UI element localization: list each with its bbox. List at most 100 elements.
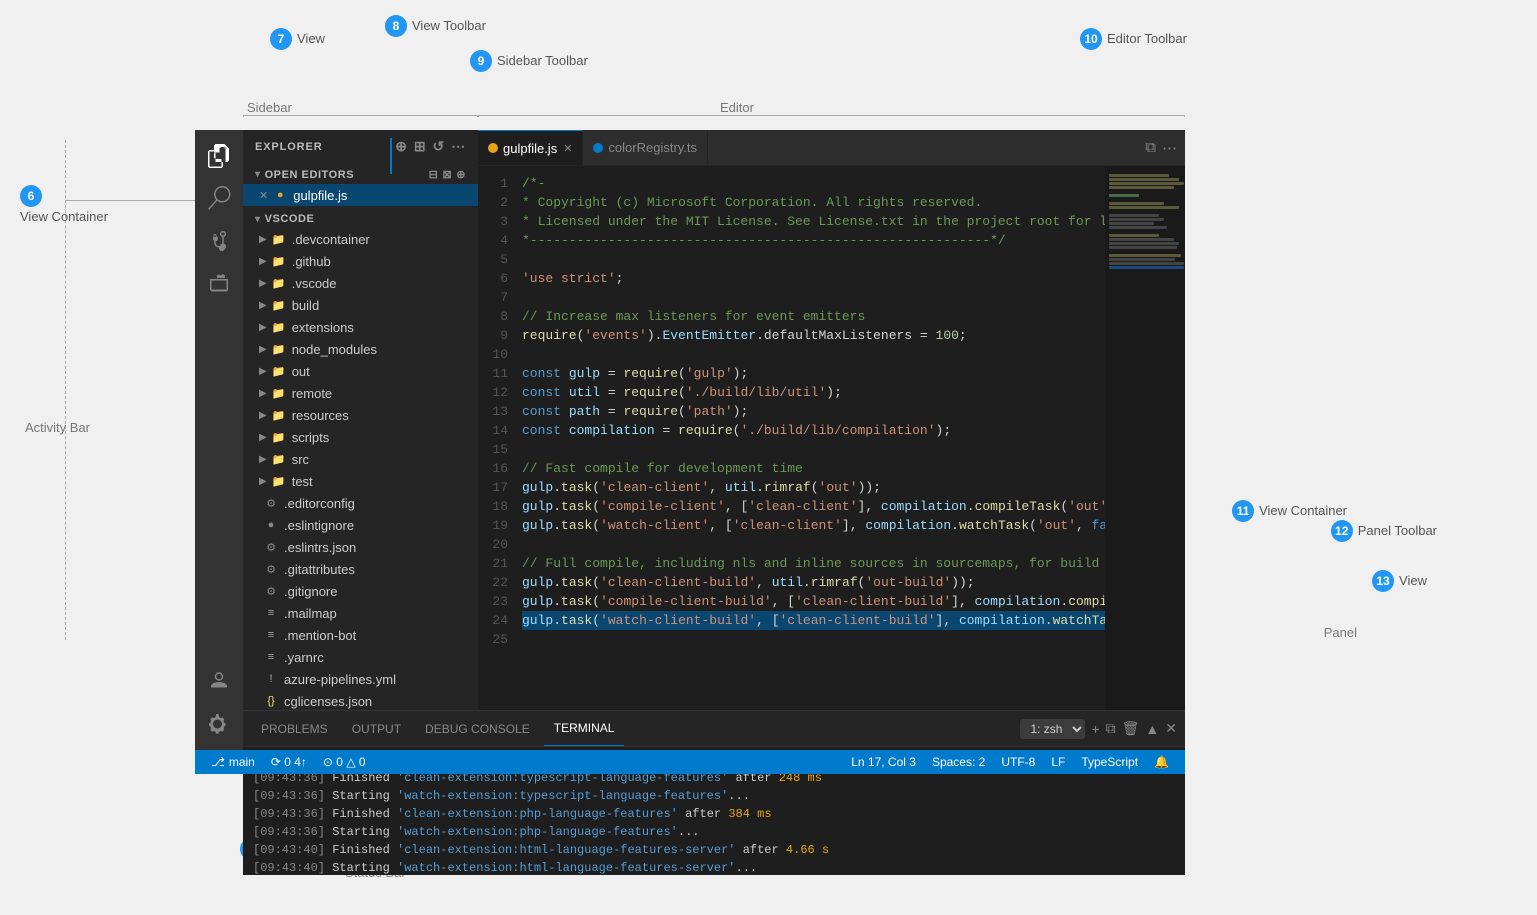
new-folder-icon[interactable]: ⊞ — [414, 138, 427, 155]
tab-debug-console[interactable]: DEBUG CONSOLE — [415, 711, 540, 746]
js-file-icon — [488, 143, 498, 153]
close-all-icon[interactable]: ⊠ — [442, 168, 452, 181]
refresh-icon[interactable]: ↺ — [432, 138, 445, 155]
search-icon[interactable] — [201, 180, 237, 216]
status-notifications[interactable]: 🔔 — [1146, 755, 1177, 769]
file-yarnrc[interactable]: ≡.yarnrc — [243, 646, 478, 668]
status-errors[interactable]: ⊙ 0 △ 0 — [315, 750, 374, 774]
folder-scripts[interactable]: ▶ 📁scripts — [243, 426, 478, 448]
view-container-right-label: 11View Container — [1232, 500, 1347, 522]
folder-resources[interactable]: ▶ 📁resources — [243, 404, 478, 426]
terminal-line: [09:43:40] Finished 'clean-extension:htm… — [253, 841, 1175, 859]
account-icon[interactable] — [201, 664, 237, 700]
sidebar-toolbar-badge-label: 9Sidebar Toolbar — [470, 50, 588, 72]
tab-colorregistry-label: colorRegistry.ts — [608, 140, 697, 155]
tab-gulpfile[interactable]: gulpfile.js ✕ — [478, 130, 583, 165]
terminal-line: [09:43:36] Starting 'watch-extension:php… — [253, 823, 1175, 841]
vscode-section-title[interactable]: ▾ VSCODE — [243, 210, 478, 228]
open-file-gulpfile[interactable]: ✕ ● gulpfile.js — [243, 184, 478, 206]
file-editorconfig[interactable]: ⚙.editorconfig — [243, 492, 478, 514]
more-actions-icon[interactable]: ⊕ — [456, 168, 466, 181]
view-toolbar-badge-label: 8View Toolbar — [385, 15, 486, 37]
close-panel-icon[interactable]: ✕ — [1165, 720, 1177, 737]
more-tabs-icon[interactable]: ⋯ — [1162, 139, 1177, 157]
code-editor: 12345 678910 1112131415 1617181920 21222… — [478, 166, 1185, 710]
status-branch[interactable]: ⎇ main — [203, 750, 263, 774]
panel-toolbar-label: 12Panel Toolbar — [1331, 520, 1437, 542]
tab-bar-actions: ⧉ ⋯ — [1145, 139, 1185, 157]
split-terminal-icon[interactable]: ⧉ — [1106, 720, 1116, 737]
status-eol[interactable]: LF — [1043, 755, 1073, 769]
panel-actions: 1: zsh + ⧉ 🗑 ▲ ✕ — [1020, 719, 1177, 739]
terminal-shell-select[interactable]: 1: zsh — [1020, 719, 1085, 739]
folder-vscode[interactable]: ▶ 📁.vscode — [243, 272, 478, 294]
folder-build[interactable]: ▶ 📁build — [243, 294, 478, 316]
status-spaces[interactable]: Spaces: 2 — [924, 755, 993, 769]
sidebar-header: EXPLORER ⊕ ⊞ ↺ ⋯ — [243, 130, 478, 163]
terminal-panel: PROBLEMS OUTPUT DEBUG CONSOLE TERMINAL 1… — [243, 710, 1185, 875]
tab-problems[interactable]: PROBLEMS — [251, 711, 338, 746]
status-language[interactable]: TypeScript — [1073, 755, 1146, 769]
branch-icon: ⎇ — [211, 755, 225, 769]
status-bar-right: Ln 17, Col 3 Spaces: 2 UTF-8 LF TypeScri… — [843, 755, 1177, 769]
file-eslintignore[interactable]: ●.eslintignore — [243, 514, 478, 536]
file-gitattributes[interactable]: ⚙.gitattributes — [243, 558, 478, 580]
close-tab-gulpfile[interactable]: ✕ — [563, 142, 572, 155]
sidebar: EXPLORER ⊕ ⊞ ↺ ⋯ ▾ OPEN EDITORS ⊟ ⊠ ⊕ — [243, 130, 478, 710]
folder-out[interactable]: ▶ 📁out — [243, 360, 478, 382]
tab-terminal[interactable]: TERMINAL — [544, 711, 625, 746]
file-cglicenses[interactable]: {}cglicenses.json — [243, 690, 478, 710]
file-mailmap[interactable]: ≡.mailmap — [243, 602, 478, 624]
folder-src[interactable]: ▶ 📁src — [243, 448, 478, 470]
file-eslintrs[interactable]: ⚙.eslintrs.json — [243, 536, 478, 558]
add-terminal-icon[interactable]: + — [1091, 721, 1099, 737]
view-13-label: 13View — [1372, 570, 1427, 592]
editor-bracket — [478, 115, 1185, 117]
folder-extensions[interactable]: ▶ 📁extensions — [243, 316, 478, 338]
file-azure-pipelines[interactable]: !azure-pipelines.yml — [243, 668, 478, 690]
view-badge-label: 7View — [270, 28, 325, 50]
folder-devcontainer[interactable]: ▶ 📁.devcontainer — [243, 228, 478, 250]
extensions-icon[interactable] — [201, 264, 237, 300]
tab-colorregistry[interactable]: colorRegistry.ts — [583, 130, 708, 165]
panel-bracket-label: Panel — [1324, 625, 1357, 640]
vscode-section: ▾ VSCODE ▶ 📁.devcontainer ▶ 📁.github ▶ 📁… — [243, 208, 478, 710]
file-gitignore[interactable]: ⚙.gitignore — [243, 580, 478, 602]
folder-node_modules[interactable]: ▶ 📁node_modules — [243, 338, 478, 360]
save-all-icon[interactable]: ⊟ — [429, 168, 439, 181]
activity-bar-bottom — [201, 664, 237, 750]
status-encoding[interactable]: UTF-8 — [993, 755, 1043, 769]
terminal-line: [09:43:40] Starting 'watch-extension:htm… — [253, 859, 1175, 875]
panel-tab-bar: PROBLEMS OUTPUT DEBUG CONSOLE TERMINAL 1… — [243, 711, 1185, 747]
folder-github[interactable]: ▶ 📁.github — [243, 250, 478, 272]
kill-terminal-icon[interactable]: 🗑 — [1122, 720, 1140, 737]
editor-toolbar-badge-label: 10Editor Toolbar — [1080, 28, 1187, 50]
status-sync[interactable]: ⟳ 0 4↑ — [263, 750, 315, 774]
settings-icon[interactable] — [201, 706, 237, 742]
tab-gulpfile-label: gulpfile.js — [503, 141, 557, 156]
view-container-left-label: 6 View Container — [20, 185, 108, 224]
maximize-panel-icon[interactable]: ▲ — [1145, 721, 1159, 737]
split-editor-icon[interactable]: ⧉ — [1145, 139, 1156, 156]
terminal-line: [09:43:36] Starting 'watch-extension:typ… — [253, 787, 1175, 805]
activity-bar-label: Activity Bar — [25, 420, 90, 435]
status-position[interactable]: Ln 17, Col 3 — [843, 755, 924, 769]
tab-output[interactable]: OUTPUT — [342, 711, 411, 746]
collapse-all-icon[interactable]: ⋯ — [451, 138, 466, 155]
sidebar-header-icons: ⊕ ⊞ ↺ ⋯ — [395, 138, 466, 155]
explorer-icon[interactable] — [201, 138, 237, 174]
new-file-icon[interactable]: ⊕ — [395, 138, 408, 155]
tab-bar: gulpfile.js ✕ colorRegistry.ts ⧉ ⋯ — [478, 130, 1185, 166]
folder-test[interactable]: ▶ 📁test — [243, 470, 478, 492]
status-bar: ⎇ main ⟳ 0 4↑ ⊙ 0 △ 0 Ln 17, Col 3 Space… — [195, 750, 1185, 774]
file-mention-bot[interactable]: ≡.mention-bot — [243, 624, 478, 646]
terminal-line: [09:43:36] Finished 'clean-extension:php… — [253, 805, 1175, 823]
activity-bar — [195, 130, 243, 750]
open-editors-section: ▾ OPEN EDITORS ⊟ ⊠ ⊕ ✕ ● gulpfile.js — [243, 163, 478, 208]
source-control-icon[interactable] — [201, 222, 237, 258]
minimap[interactable] — [1105, 166, 1185, 710]
line-numbers: 12345 678910 1112131415 1617181920 21222… — [478, 166, 514, 710]
open-editors-title[interactable]: ▾ OPEN EDITORS ⊟ ⊠ ⊕ — [243, 165, 478, 184]
folder-remote[interactable]: ▶ 📁remote — [243, 382, 478, 404]
code-content[interactable]: /*- * Copyright (c) Microsoft Corporatio… — [514, 166, 1105, 710]
